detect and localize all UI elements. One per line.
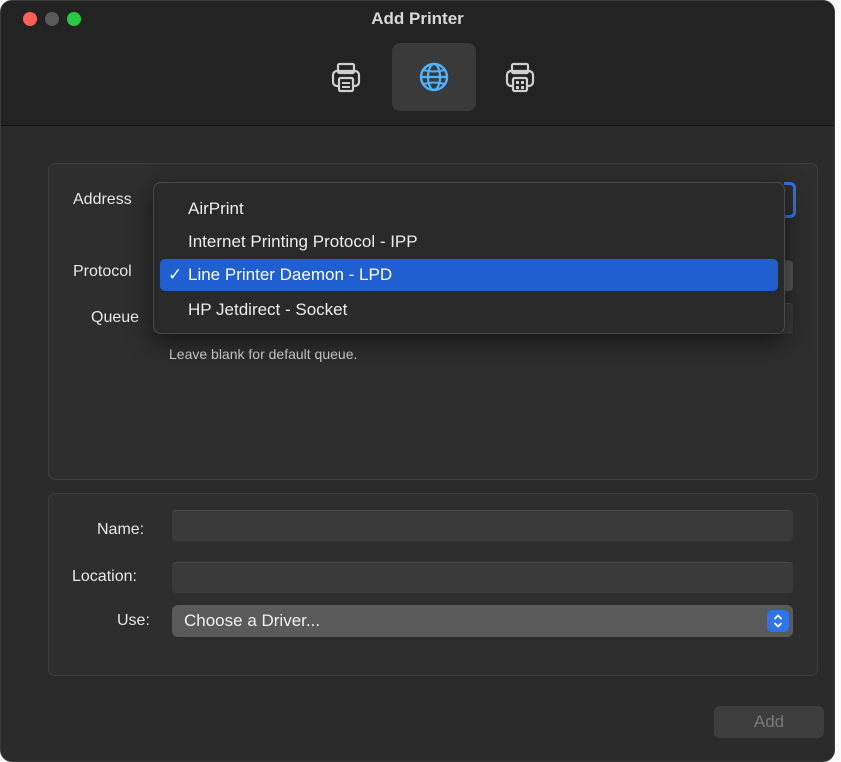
queue-hint: Leave blank for default queue. xyxy=(169,346,358,362)
protocol-menu: AirPrint Internet Printing Protocol - IP… xyxy=(153,182,785,334)
chevron-updown-icon xyxy=(767,610,789,632)
protocol-option-lpd[interactable]: ✓ Line Printer Daemon - LPD xyxy=(160,259,778,291)
option-label: Line Printer Daemon - LPD xyxy=(188,265,393,284)
address-label: Address xyxy=(73,191,132,208)
add-printer-window: Add Printer Address Protocol Queue Leave… xyxy=(0,0,835,762)
titlebar: Add Printer xyxy=(1,1,834,126)
protocol-option-socket[interactable]: HP Jetdirect - Socket xyxy=(160,294,778,326)
option-label: Internet Printing Protocol - IPP xyxy=(188,232,418,251)
queue-label: Queue xyxy=(91,309,140,326)
add-button[interactable]: Add xyxy=(714,706,824,738)
name-field[interactable] xyxy=(172,510,793,541)
toolbar-default-button[interactable] xyxy=(304,43,388,111)
globe-icon xyxy=(419,62,449,92)
location-label: Location: xyxy=(72,568,137,585)
window-title: Add Printer xyxy=(371,9,464,28)
driver-select[interactable]: Choose a Driver... xyxy=(172,605,793,637)
protocol-option-airprint[interactable]: AirPrint xyxy=(160,193,778,225)
use-label: Use: xyxy=(117,612,150,629)
toolbar-ip-button[interactable] xyxy=(392,43,476,111)
protocol-option-ipp[interactable]: Internet Printing Protocol - IPP xyxy=(160,226,778,258)
toolbar-windows-button[interactable] xyxy=(478,43,562,111)
checkmark-icon: ✓ xyxy=(168,265,183,284)
name-label: Name: xyxy=(97,521,145,538)
location-field[interactable] xyxy=(172,562,793,593)
option-label: AirPrint xyxy=(188,199,244,218)
option-label: HP Jetdirect - Socket xyxy=(188,300,348,319)
printer-share-icon xyxy=(505,62,535,93)
protocol-label: Protocol xyxy=(73,263,132,280)
address-field-focus[interactable] xyxy=(784,182,796,218)
driver-select-value: Choose a Driver... xyxy=(184,611,321,630)
printer-icon xyxy=(331,62,361,93)
